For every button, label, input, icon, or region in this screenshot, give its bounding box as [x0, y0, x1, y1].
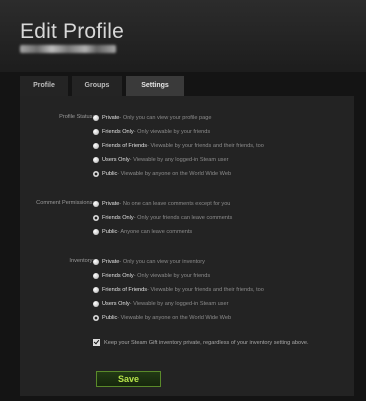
option-description: - Only you can view your inventory: [119, 258, 205, 265]
comment-permissions-option-private[interactable]: Private - No one can leave comments exce…: [93, 198, 230, 209]
profile-status-option-friends-of-friends[interactable]: Friends of Friends - Viewable by your fr…: [93, 140, 264, 151]
radio-button-selected[interactable]: [93, 170, 99, 177]
inventory-label: Inventory:: [69, 258, 94, 264]
option-description: - Only your friends can leave comments: [133, 214, 233, 221]
inventory-option-friends-only[interactable]: Friends Only - Only viewable by your fri…: [93, 270, 210, 281]
inventory-option-public[interactable]: Public - Viewable by anyone on the World…: [93, 312, 231, 323]
option-name: Public: [102, 228, 118, 235]
option-description: - Only viewable by your friends: [133, 272, 211, 279]
tab-settings[interactable]: Settings: [126, 76, 184, 96]
page-header: Edit Profile: [0, 0, 366, 72]
username-blurred: [20, 45, 116, 53]
option-description: - Anyone can leave comments: [117, 228, 193, 235]
option-name: Private: [102, 258, 120, 265]
tab-profile[interactable]: Profile: [20, 76, 68, 96]
radio-button[interactable]: [93, 272, 99, 279]
option-description: - Viewable by your friends and their fri…: [147, 286, 264, 293]
profile-status-option-public[interactable]: Public - Viewable by anyone on the World…: [93, 168, 231, 179]
gift-inventory-checkbox[interactable]: [93, 339, 100, 346]
radio-button[interactable]: [93, 128, 99, 135]
profile-status-option-users-only[interactable]: Users Only - Viewable by any logged-in S…: [93, 154, 228, 165]
save-button[interactable]: Save: [96, 371, 161, 387]
option-name: Users Only: [102, 300, 130, 307]
radio-button-selected[interactable]: [93, 314, 99, 321]
radio-button[interactable]: [93, 286, 99, 293]
radio-button[interactable]: [93, 142, 99, 149]
radio-button-selected[interactable]: [93, 214, 99, 221]
option-description: - Only you can view your profile page: [119, 114, 212, 121]
tab-groups[interactable]: Groups: [72, 76, 122, 96]
radio-button[interactable]: [93, 258, 99, 265]
option-name: Friends of Friends: [102, 286, 148, 293]
comment-permissions-option-public[interactable]: Public - Anyone can leave comments: [93, 226, 192, 237]
radio-button[interactable]: [93, 114, 99, 121]
option-description: - Viewable by anyone on the World Wide W…: [117, 314, 232, 321]
option-name: Public: [102, 170, 118, 177]
option-name: Friends Only: [102, 272, 134, 279]
radio-button[interactable]: [93, 300, 99, 307]
option-name: Public: [102, 314, 118, 321]
option-name: Private: [102, 200, 120, 207]
inventory-option-friends-of-friends[interactable]: Friends of Friends - Viewable by your fr…: [93, 284, 264, 295]
option-description: - Viewable by anyone on the World Wide W…: [117, 170, 232, 177]
radio-button[interactable]: [93, 200, 99, 207]
radio-button[interactable]: [93, 156, 99, 163]
option-name: Private: [102, 114, 120, 121]
profile-status-option-private[interactable]: Private - Only you can view your profile…: [93, 112, 211, 123]
option-description: - Only viewable by your friends: [133, 128, 211, 135]
radio-button[interactable]: [93, 228, 99, 235]
profile-status-option-friends-only[interactable]: Friends Only - Only viewable by your fri…: [93, 126, 210, 137]
gift-inventory-private-row[interactable]: Keep your Steam Gift inventory private, …: [93, 337, 309, 348]
comment-permissions-option-friends-only[interactable]: Friends Only - Only your friends can lea…: [93, 212, 232, 223]
option-description: - Viewable by any logged-in Steam user: [129, 156, 229, 163]
option-name: Friends of Friends: [102, 142, 148, 149]
option-description: - Viewable by your friends and their fri…: [147, 142, 264, 149]
edit-profile-page: Edit Profile Profile Groups Settings Pro…: [0, 0, 366, 401]
option-name: Friends Only: [102, 128, 134, 135]
profile-status-label: Profile Status:: [59, 114, 94, 120]
page-title: Edit Profile: [20, 20, 124, 43]
gift-inventory-checkbox-label: Keep your Steam Gift inventory private, …: [104, 339, 309, 346]
inventory-option-users-only[interactable]: Users Only - Viewable by any logged-in S…: [93, 298, 228, 309]
option-name: Users Only: [102, 156, 130, 163]
option-description: - Viewable by any logged-in Steam user: [129, 300, 229, 307]
comment-permissions-label: Comment Permissions:: [36, 200, 94, 206]
inventory-option-private[interactable]: Private - Only you can view your invento…: [93, 256, 205, 267]
option-name: Friends Only: [102, 214, 134, 221]
option-description: - No one can leave comments except for y…: [119, 200, 231, 207]
